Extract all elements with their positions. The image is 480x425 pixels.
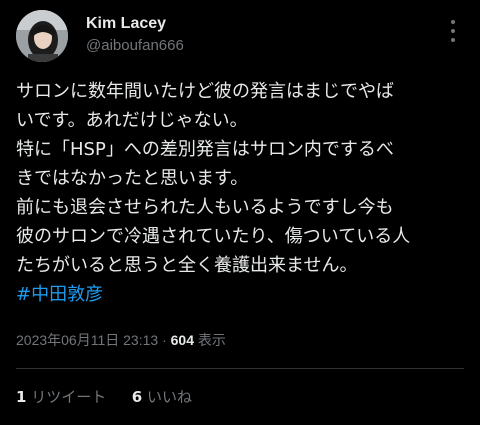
dot (451, 38, 455, 42)
dot (451, 29, 455, 33)
likes-stat[interactable]: 6 いいね (132, 388, 192, 406)
author-name[interactable]: Kim Lacey (86, 14, 166, 34)
tweet-line: サロンに数年間いたけど彼の発言はまじでやば (16, 81, 394, 102)
tweet-line: 前にも退会させられた人もいるようですし今も (16, 197, 394, 218)
more-options-icon[interactable] (444, 20, 462, 42)
retweets-count: 1 (16, 388, 27, 406)
dot (451, 20, 455, 24)
tweet-line: 特に「HSP」への差別発言はサロン内でするべ (16, 139, 394, 160)
tweet-line: たちがいると思うと全く養護出来ません。 (16, 255, 358, 276)
views-count: 604 (170, 332, 194, 348)
tweet-text: サロンに数年間いたけど彼の発言はまじでやば いです。あれだけじゃない。 特に「H… (16, 77, 476, 309)
meta-separator: · (162, 332, 167, 348)
likes-label: いいね (147, 388, 193, 406)
retweets-stat[interactable]: 1 リツイート (16, 388, 111, 406)
timestamp[interactable]: 2023年06月11日 23:13 (16, 332, 158, 348)
views-label: 表示 (197, 332, 226, 348)
tweet-line: いです。あれだけじゃない。 (16, 110, 248, 131)
retweets-label: リツイート (31, 388, 107, 406)
tweet-meta: 2023年06月11日 23:13 · 604 表示 (16, 330, 226, 350)
tweet-line: 彼のサロンで冷遇されていたり、傷ついている人 (16, 226, 411, 247)
author-handle[interactable]: @aiboufan666 (86, 36, 184, 56)
engagement-stats: 1 リツイート 6 いいね (16, 387, 192, 407)
likes-count: 6 (131, 388, 143, 406)
hashtag-link[interactable]: #中田敦彦 (16, 280, 476, 309)
avatar-image (16, 10, 68, 62)
divider (16, 368, 464, 369)
tweet-line: きではなかったと思います。 (16, 168, 249, 189)
avatar[interactable] (16, 10, 68, 62)
